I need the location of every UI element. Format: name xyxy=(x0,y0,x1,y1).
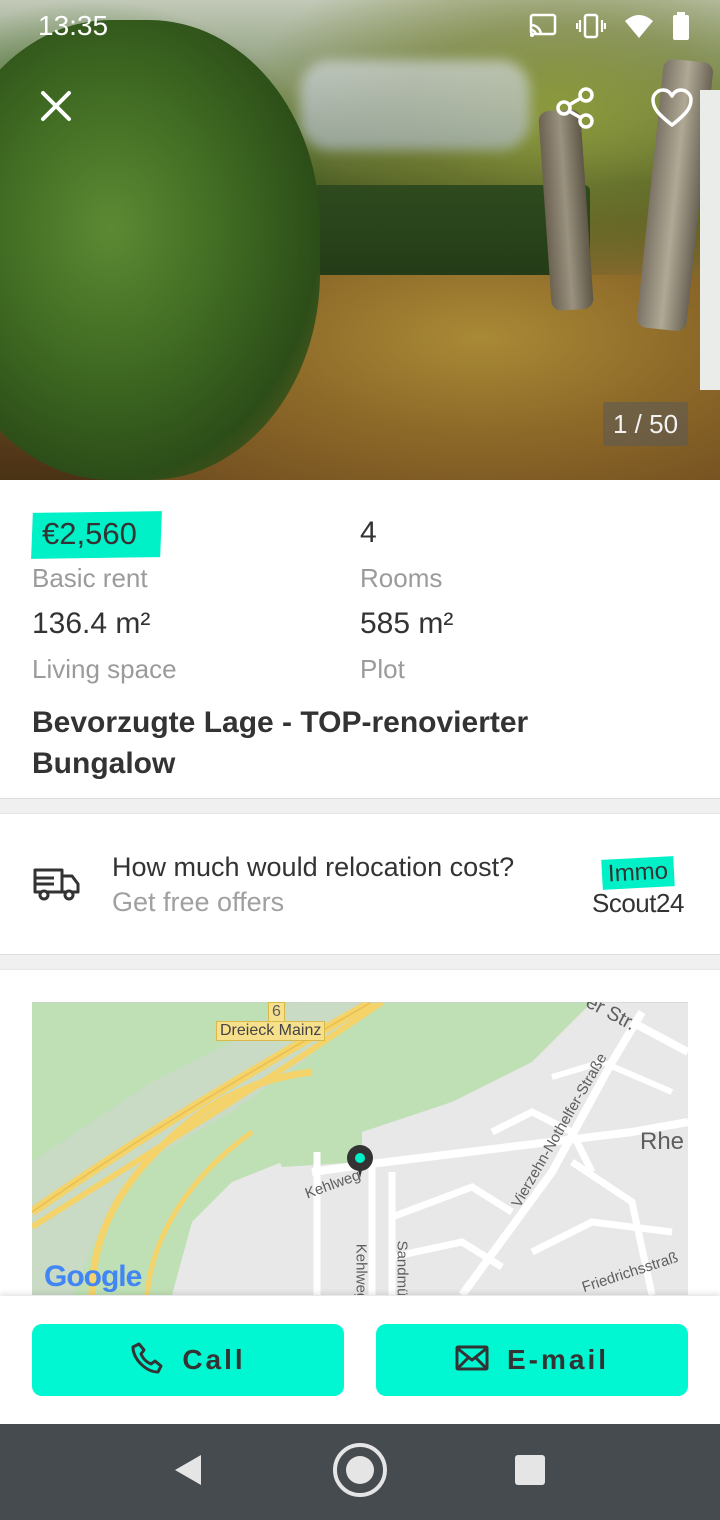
map-label-sandmuehlweg: Sandmü xyxy=(393,1240,411,1295)
status-icons xyxy=(528,12,690,45)
google-logo: Google xyxy=(44,1260,142,1293)
photo-house-wall xyxy=(700,90,720,390)
living-space-value: 136.4 m² xyxy=(32,607,151,640)
listing-title: Bevorzugte Lage - TOP-renovierter Bungal… xyxy=(32,706,529,780)
heart-icon xyxy=(650,87,694,133)
price-label: Basic rent xyxy=(32,563,148,593)
map-label-place: Rhe xyxy=(640,1128,685,1155)
plot-value: 585 m² xyxy=(360,607,454,640)
recents-square-icon xyxy=(514,1454,546,1491)
map-section: 6 Dreieck Mainz er Str. Vierzehn-Nothelf… xyxy=(0,970,720,1300)
truck-icon xyxy=(32,864,82,904)
contact-actions: Call E-mail xyxy=(0,1296,720,1424)
close-button[interactable] xyxy=(28,80,84,136)
living-space-label: Living space xyxy=(32,654,177,684)
home-circle-icon xyxy=(332,1442,388,1503)
email-label: E-mail xyxy=(506,1344,610,1375)
photo-counter: 1 / 50 xyxy=(603,402,689,446)
battery-icon xyxy=(672,12,690,45)
section-divider xyxy=(0,954,720,970)
share-button[interactable] xyxy=(548,82,604,138)
price-value: €2,560 xyxy=(42,516,137,551)
rooms-value: 4 xyxy=(360,516,377,549)
wifi-icon xyxy=(624,13,654,44)
nav-back-button[interactable] xyxy=(158,1444,218,1500)
rooms-label: Rooms xyxy=(360,563,443,593)
plot-label: Plot xyxy=(360,654,405,684)
email-button[interactable]: E-mail xyxy=(376,1324,688,1396)
relocation-banner[interactable]: How much would relocation cost? Get free… xyxy=(0,814,720,954)
cast-icon xyxy=(528,13,558,44)
close-icon xyxy=(39,89,73,128)
immoscout24-logo: Immo Scout24 xyxy=(590,856,690,918)
nav-home-button[interactable] xyxy=(330,1442,390,1503)
vibrate-icon xyxy=(575,13,607,44)
photo-sky xyxy=(300,60,530,150)
nav-recents-button[interactable] xyxy=(500,1444,560,1500)
hero-photo[interactable]: 1 / 50 xyxy=(0,0,720,480)
map-label-kehlweg-vertical: Kehlweg xyxy=(352,1243,370,1295)
logo-immo: Immo xyxy=(601,856,675,890)
map-label-junction: Dreieck Mainz xyxy=(216,1021,326,1041)
phone-icon xyxy=(130,1341,164,1380)
share-icon xyxy=(554,86,598,135)
favorite-button[interactable] xyxy=(644,82,700,138)
relocation-subtitle: Get free offers xyxy=(112,887,285,917)
status-time: 13:35 xyxy=(38,10,109,41)
logo-scout: Scout24 xyxy=(592,888,684,918)
mail-icon xyxy=(455,1344,489,1377)
system-nav-bar xyxy=(0,1424,720,1520)
status-bar: 13:35 xyxy=(0,0,720,52)
call-label: Call xyxy=(182,1344,246,1375)
section-divider xyxy=(0,798,720,814)
call-button[interactable]: Call xyxy=(32,1324,344,1396)
back-triangle-icon xyxy=(173,1453,203,1492)
relocation-title: How much would relocation cost? xyxy=(112,852,515,882)
location-map[interactable]: 6 Dreieck Mainz er Str. Vierzehn-Nothelf… xyxy=(32,1002,688,1295)
map-label-highway-number: 6 xyxy=(268,1002,285,1022)
